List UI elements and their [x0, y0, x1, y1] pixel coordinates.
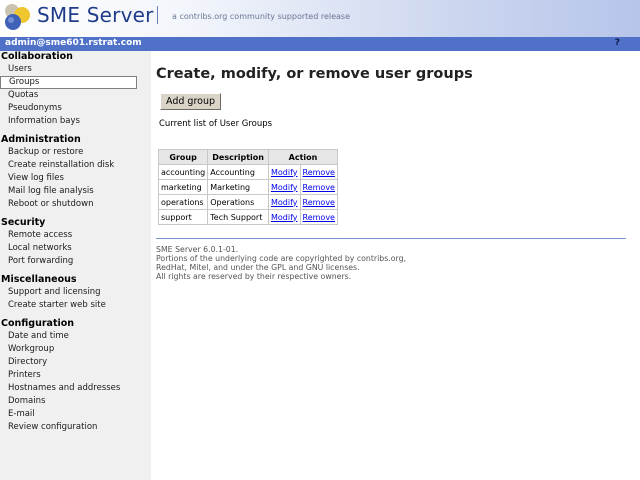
- sidebar-item-support-and-licensing[interactable]: Support and licensing: [0, 286, 151, 299]
- group-description-cell: Tech Support: [207, 209, 269, 225]
- brand-title: SME Server: [37, 3, 154, 27]
- remove-cell: Remove: [299, 194, 338, 210]
- modify-cell: Modify: [268, 164, 301, 180]
- sidebar-item-port-forwarding[interactable]: Port forwarding: [0, 255, 151, 268]
- group-name-cell: accounting: [157, 164, 209, 180]
- modify-cell: Modify: [268, 209, 301, 225]
- table-header-row: Group Description Action: [157, 149, 338, 165]
- modify-link[interactable]: Modify: [271, 183, 298, 192]
- nav-heading: Collaboration: [1, 51, 73, 62]
- sidebar-item-local-networks[interactable]: Local networks: [0, 242, 151, 255]
- brand-tagline: a contribs.org community supported relea…: [172, 12, 350, 21]
- group-name-cell: marketing: [157, 179, 209, 195]
- footer-divider: [156, 238, 626, 239]
- sidebar-item-remote-access[interactable]: Remote access: [0, 229, 151, 242]
- modify-cell: Modify: [268, 179, 301, 195]
- column-header-description: Description: [207, 149, 269, 165]
- sidebar-item-mail-log-file-analysis[interactable]: Mail log file analysis: [0, 185, 151, 198]
- group-description-cell: Marketing: [207, 179, 269, 195]
- nav-section-configuration: Configuration Date and time Workgroup Direc…: [0, 318, 151, 434]
- modify-link[interactable]: Modify: [271, 198, 298, 207]
- remove-cell: Remove: [299, 179, 338, 195]
- page-title: Create, modify, or remove user groups: [156, 66, 473, 82]
- sidebar-item-workgroup[interactable]: Workgroup: [0, 343, 151, 356]
- sidebar-item-reboot-or-shutdown[interactable]: Reboot or shutdown: [0, 198, 151, 211]
- sme-server-logo-icon: [5, 4, 30, 30]
- sidebar-item-domains[interactable]: Domains: [0, 395, 151, 408]
- sidebar-item-pseudonyms[interactable]: Pseudonyms: [0, 102, 151, 115]
- remove-cell: Remove: [299, 164, 338, 180]
- remove-link[interactable]: Remove: [303, 183, 335, 192]
- column-header-action: Action: [268, 149, 338, 165]
- group-description-cell: Accounting: [207, 164, 269, 180]
- sidebar-item-e-mail[interactable]: E-mail: [0, 408, 151, 421]
- sidebar-item-directory[interactable]: Directory: [0, 356, 151, 369]
- help-link[interactable]: ?: [615, 38, 620, 48]
- sidebar-item-date-and-time[interactable]: Date and time: [0, 330, 151, 343]
- modify-link[interactable]: Modify: [271, 168, 298, 177]
- status-bar: admin@sme601.rstrat.com ?: [0, 37, 640, 51]
- list-heading: Current list of User Groups: [159, 119, 273, 129]
- table-row: accounting Accounting Modify Remove: [157, 164, 338, 180]
- app-header: SME Server a contribs.org community supp…: [0, 0, 640, 37]
- sidebar-item-create-reinstallation-disk[interactable]: Create reinstallation disk: [0, 159, 151, 172]
- footer-line: Portions of the underlying code are copy…: [156, 254, 407, 263]
- nav-container: Collaboration Users Groups Quotas Pseudonyms…: [0, 51, 151, 434]
- sidebar-item-information-bays[interactable]: Information bays: [0, 115, 151, 128]
- remove-cell: Remove: [299, 209, 338, 225]
- footer-line: SME Server 6.0.1-01.: [156, 245, 239, 254]
- add-group-button[interactable]: Add group: [160, 93, 222, 110]
- modify-cell: Modify: [268, 194, 301, 210]
- footer-text: SME Server 6.0.1-01. Portions of the unde…: [156, 245, 406, 281]
- sidebar-item-printers[interactable]: Printers: [0, 369, 151, 382]
- remove-link[interactable]: Remove: [303, 168, 335, 177]
- table-row: operations Operations Modify Remove: [157, 194, 338, 210]
- sidebar-item-hostnames-and-addresses[interactable]: Hostnames and addresses: [0, 382, 151, 395]
- sidebar-nav: Collaboration Users Groups Quotas Pseudonyms…: [0, 51, 151, 480]
- sidebar-item-create-starter-web-site[interactable]: Create starter web site: [0, 299, 151, 312]
- nav-section-collaboration: Collaboration Users Groups Quotas Pseudonyms…: [0, 51, 151, 134]
- group-name-cell: support: [157, 209, 209, 225]
- groups-table: Group Description Action accounting Accou…: [157, 149, 338, 225]
- sidebar-item-quotas[interactable]: Quotas: [0, 89, 151, 102]
- table-row: marketing Marketing Modify Remove: [157, 179, 338, 195]
- sidebar-item-groups[interactable]: Groups: [0, 76, 137, 89]
- group-description-cell: Operations: [207, 194, 269, 210]
- group-name-cell: operations: [157, 194, 209, 210]
- sidebar-item-review-configuration[interactable]: Review configuration: [0, 421, 151, 434]
- groups-table-body: accounting Accounting Modify Remove marketin…: [157, 164, 338, 225]
- brand-divider: [157, 6, 158, 24]
- nav-heading: Administration: [1, 134, 81, 145]
- sidebar-item-view-log-files[interactable]: View log files: [0, 172, 151, 185]
- nav-heading: Miscellaneous: [1, 274, 77, 285]
- logged-in-user: admin@sme601.rstrat.com: [5, 38, 142, 48]
- remove-link[interactable]: Remove: [303, 213, 335, 222]
- nav-heading: Security: [1, 217, 46, 228]
- table-row: support Tech Support Modify Remove: [157, 209, 338, 225]
- column-header-group: Group: [157, 149, 209, 165]
- remove-link[interactable]: Remove: [303, 198, 335, 207]
- nav-section-security: Security Remote access Local networks Port …: [0, 217, 151, 274]
- nav-section-administration: Administration Backup or restore Create re…: [0, 134, 151, 217]
- modify-link[interactable]: Modify: [271, 213, 298, 222]
- nav-section-miscellaneous: Miscellaneous Support and licensing Create…: [0, 274, 151, 318]
- footer-line: RedHat, Mitel, and under the GPL and GNU…: [156, 263, 360, 272]
- sidebar-item-users[interactable]: Users: [0, 63, 151, 76]
- footer-line: All rights are reserved by their respect…: [156, 272, 352, 281]
- nav-heading: Configuration: [1, 318, 75, 329]
- main-content: Create, modify, or remove user groups Ad…: [156, 51, 640, 480]
- sidebar-item-backup-or-restore[interactable]: Backup or restore: [0, 146, 151, 159]
